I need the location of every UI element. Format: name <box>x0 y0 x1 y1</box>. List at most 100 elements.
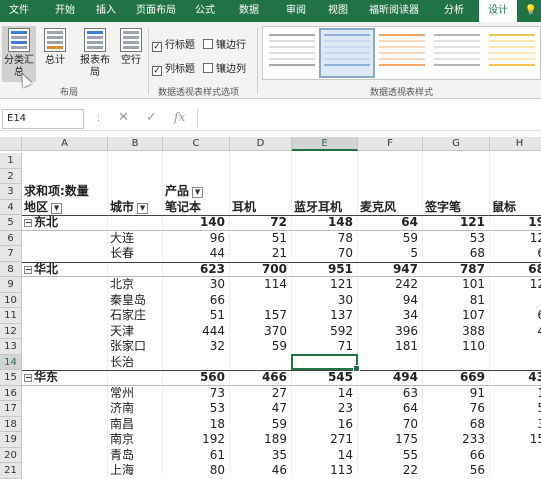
subtotal-value: 148 <box>327 215 353 229</box>
data-value: 59 <box>271 416 287 431</box>
column-header-e[interactable]: E <box>292 137 358 151</box>
row-header-3[interactable]: 3 <box>0 184 22 200</box>
name-box[interactable]: E14 <box>2 109 84 129</box>
row-header-8[interactable]: 8 <box>0 261 22 277</box>
subtotal-value: 43 <box>528 370 541 384</box>
column-header-c[interactable]: C <box>163 137 230 151</box>
tab-1[interactable]: 开始 <box>46 0 84 22</box>
pivot-product-header: 蓝牙耳机 <box>294 199 343 214</box>
data-value: 444 <box>202 323 225 338</box>
insert-function-icon[interactable]: fx <box>174 110 185 124</box>
tab-7[interactable]: 视图 <box>319 0 357 22</box>
column-headers-checkbox[interactable]: ✓ 列标题 <box>152 60 195 76</box>
subtotal-value: 68 <box>528 261 541 276</box>
report-layout-button[interactable]: 报表布 局 <box>76 26 114 82</box>
select-all-corner[interactable] <box>0 137 22 151</box>
row-header-13[interactable]: 13 <box>0 339 22 355</box>
collapse-icon[interactable]: − <box>24 374 32 382</box>
row-header-7[interactable]: 7 <box>0 246 22 262</box>
row-header-14[interactable]: 14 <box>0 354 22 370</box>
style-swatch-plain[interactable] <box>266 30 318 76</box>
row-header-16[interactable]: 16 <box>0 385 22 401</box>
filter-dropdown-icon[interactable]: ▼ <box>51 202 63 214</box>
pivot-city-label: 济南 <box>110 401 135 415</box>
column-header-h[interactable]: H <box>490 137 541 151</box>
data-value <box>163 355 229 371</box>
data-value: 107 <box>462 308 485 322</box>
row-headers-checkbox[interactable]: ✓ 行标题 <box>152 36 195 52</box>
row-header-19[interactable]: 19 <box>0 432 22 448</box>
row-header-10[interactable]: 10 <box>0 292 22 308</box>
subtotal-value: 19 <box>528 215 541 229</box>
tab-8[interactable]: 福昕阅读器 <box>358 0 430 22</box>
data-value: 51 <box>271 230 287 245</box>
grand-totals-button[interactable]: 总计 <box>38 26 72 82</box>
filter-dropdown-icon[interactable]: ▼ <box>137 202 149 214</box>
subtotal-value: 560 <box>199 370 225 384</box>
column-header-g[interactable]: G <box>423 137 490 151</box>
subtotal-value: 669 <box>459 370 485 384</box>
data-value <box>423 355 489 371</box>
row-header-6[interactable]: 6 <box>0 230 22 246</box>
tab-9[interactable]: 分析 <box>432 0 476 22</box>
row-header-5[interactable]: 5 <box>0 215 22 231</box>
tab-4[interactable]: 公式 <box>185 0 225 22</box>
row-header-15[interactable]: 15 <box>0 370 22 386</box>
data-value: 18 <box>209 416 225 431</box>
style-swatch-blue-selected[interactable] <box>319 28 375 78</box>
subtotal-value: 947 <box>392 261 418 276</box>
data-value <box>490 293 541 309</box>
collapse-icon[interactable]: − <box>24 219 32 227</box>
data-value: 46 <box>271 463 287 477</box>
style-swatch-orange[interactable] <box>376 30 428 76</box>
pivot-row-label: − 东北 <box>24 215 59 229</box>
data-value: 47 <box>271 401 287 415</box>
tab-3[interactable]: 页面布局 <box>130 0 182 22</box>
cancel-icon[interactable]: ✕ <box>118 110 129 125</box>
subtotals-button[interactable]: 分类汇 总 <box>2 26 36 82</box>
row-header-2[interactable]: 2 <box>0 168 22 184</box>
column-header-a[interactable]: A <box>22 137 108 151</box>
banded-rows-checkbox[interactable]: 镶边行 <box>203 36 246 51</box>
data-value <box>490 448 541 464</box>
data-value: 61 <box>209 447 225 462</box>
collapse-icon[interactable]: − <box>24 265 32 274</box>
tab-6[interactable]: 审阅 <box>275 0 317 22</box>
selected-cell-e14[interactable] <box>291 353 360 372</box>
row-header-21[interactable]: 21 <box>0 463 22 479</box>
formula-input[interactable] <box>197 109 541 129</box>
row-header-20[interactable]: 20 <box>0 447 22 463</box>
data-value: 81 <box>469 292 485 307</box>
row-header-9[interactable]: 9 <box>0 277 22 293</box>
row-header-4[interactable]: 4 <box>0 199 22 215</box>
subtotals-icon <box>8 28 30 52</box>
tell-me-icon[interactable]: 💡 <box>522 0 540 22</box>
tab-10[interactable]: 设计 <box>479 0 517 22</box>
tab-2[interactable]: 插入 <box>86 0 126 22</box>
data-value: 121 <box>330 277 353 291</box>
row-header-11[interactable]: 11 <box>0 308 22 324</box>
tab-5[interactable]: 数据 <box>227 0 271 22</box>
data-value: 56 <box>469 463 485 477</box>
row-header-17[interactable]: 17 <box>0 401 22 417</box>
style-swatch-gray[interactable] <box>431 30 483 76</box>
style-swatch-yellow[interactable] <box>486 30 538 76</box>
column-header-f[interactable]: F <box>358 137 423 151</box>
data-value: 189 <box>264 432 287 446</box>
blank-rows-icon <box>120 28 142 52</box>
data-value: 78 <box>337 230 353 245</box>
subtotal-value: 545 <box>327 370 353 384</box>
blank-rows-button[interactable]: 空行 <box>114 26 148 82</box>
tab-0[interactable]: 文件 <box>0 0 38 22</box>
data-value: 68 <box>469 246 485 260</box>
pivot-city-label: 常州 <box>110 385 135 400</box>
filter-dropdown-icon[interactable]: ▼ <box>192 187 204 198</box>
column-header-b[interactable]: B <box>108 137 163 151</box>
enter-icon[interactable]: ✓ <box>146 110 157 125</box>
banded-columns-checkbox[interactable]: 镶边列 <box>203 60 246 75</box>
row-header-12[interactable]: 12 <box>0 323 22 339</box>
pivot-city-label: 城市 ▼ <box>110 200 165 216</box>
row-header-18[interactable]: 18 <box>0 416 22 432</box>
column-header-d[interactable]: D <box>230 137 292 151</box>
row-header-1[interactable]: 1 <box>0 153 22 169</box>
